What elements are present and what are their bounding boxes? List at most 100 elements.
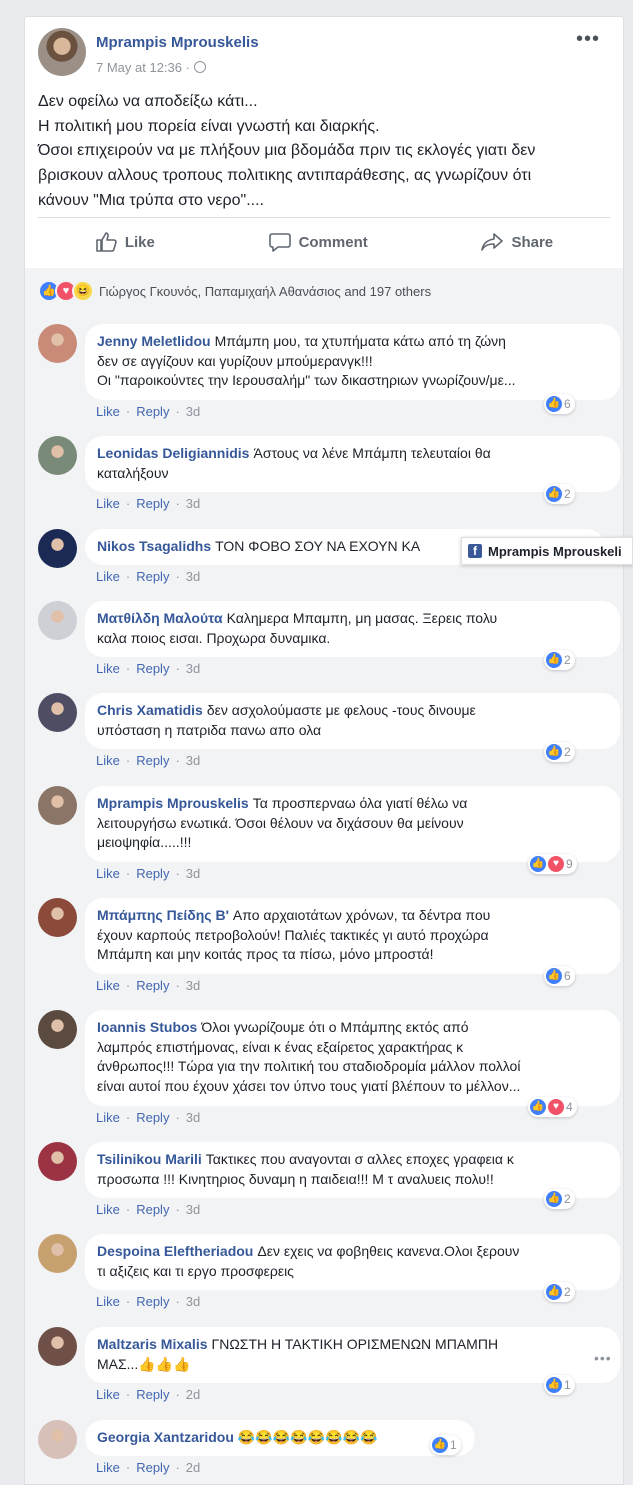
like-reaction-icon: 👍 xyxy=(530,1099,546,1115)
comment-bubble: Leonidas Deligiannidis Άστους να λένε Μπά… xyxy=(85,436,620,492)
comment-like-link[interactable]: Like xyxy=(96,1202,120,1217)
commenter-name[interactable]: Maltzaris Mixalis xyxy=(97,1336,208,1352)
reaction-count-badge[interactable]: 👍 2 xyxy=(544,1282,575,1302)
comment-like-link[interactable]: Like xyxy=(96,496,120,511)
commenter-name[interactable]: Despoina Eleftheriadou xyxy=(97,1243,253,1259)
comment-reply-link[interactable]: Reply xyxy=(136,496,169,511)
comment-reply-link[interactable]: Reply xyxy=(136,1110,169,1125)
reaction-count-badge[interactable]: 👍 2 xyxy=(544,742,575,762)
post-timestamp[interactable]: 7 May at 12:36 · xyxy=(96,60,206,75)
like-button[interactable]: Like xyxy=(95,232,155,252)
commenter-avatar[interactable] xyxy=(38,529,77,568)
timestamp-text[interactable]: 7 May at 12:36 · xyxy=(96,60,190,75)
commenter-avatar[interactable] xyxy=(38,1010,77,1049)
commenter-name[interactable]: Mprampis Mprouskelis xyxy=(97,795,249,811)
comment-meta: Like · Reply · 2d xyxy=(96,1387,200,1402)
reaction-count-badge[interactable]: 👍 1 xyxy=(430,1435,461,1455)
comment-time[interactable]: 2d xyxy=(186,1460,200,1475)
commenter-avatar[interactable] xyxy=(38,1327,77,1366)
comment-reply-link[interactable]: Reply xyxy=(136,866,169,881)
comment-time[interactable]: 3d xyxy=(186,1110,200,1125)
comment-like-link[interactable]: Like xyxy=(96,661,120,676)
comment-reply-link[interactable]: Reply xyxy=(136,1294,169,1309)
comment-reply-link[interactable]: Reply xyxy=(136,753,169,768)
profile-hover-popup[interactable]: f Mprampis Mprouskeli xyxy=(461,537,633,565)
comment-reply-link[interactable]: Reply xyxy=(136,1460,169,1475)
comment-like-link[interactable]: Like xyxy=(96,1110,120,1125)
comment-time[interactable]: 3d xyxy=(186,661,200,676)
commenter-name[interactable]: Chris Xamatidis xyxy=(97,702,203,718)
comment-time[interactable]: 2d xyxy=(186,1387,200,1402)
comment-like-link[interactable]: Like xyxy=(96,404,120,419)
comment-more-icon[interactable]: ••• xyxy=(594,1350,612,1366)
separator-dot: · xyxy=(125,1202,131,1217)
separator-dot: · xyxy=(125,1294,131,1309)
commenter-name[interactable]: Ioannis Stubos xyxy=(97,1019,197,1035)
reaction-count: 2 xyxy=(564,653,571,667)
comment-time[interactable]: 3d xyxy=(186,496,200,511)
commenter-avatar[interactable] xyxy=(38,1420,77,1459)
commenter-avatar[interactable] xyxy=(38,898,77,937)
popup-label: Mprampis Mprouskeli xyxy=(488,543,622,559)
reactors-text[interactable]: Γιώργος Γκουνός, Παπαμιχαήλ Αθανάσιος an… xyxy=(99,284,431,299)
commenter-name[interactable]: Tsilinikou Marili xyxy=(97,1151,202,1167)
comment-time[interactable]: 3d xyxy=(186,978,200,993)
commenter-name[interactable]: Jenny Meletlidou xyxy=(97,333,211,349)
comment-line: Georgia Xantzaridou 😂😂😂😂😂😂😂😂 xyxy=(97,1428,463,1448)
commenter-avatar[interactable] xyxy=(38,693,77,732)
comment-reply-link[interactable]: Reply xyxy=(136,1387,169,1402)
comment-time[interactable]: 3d xyxy=(186,404,200,419)
commenter-name[interactable]: Ματθίλδη Μαλούτα xyxy=(97,610,223,626)
more-dots-icon[interactable]: ••• xyxy=(576,28,600,51)
comment-text: είναι αυτοί που έχουν χάσει τον ύπνο του… xyxy=(97,1077,521,1094)
comment-reply-link[interactable]: Reply xyxy=(136,569,169,584)
comment-time[interactable]: 3d xyxy=(186,1294,200,1309)
commenter-name[interactable]: Nikos Tsagalidhs xyxy=(97,538,211,554)
commenter-avatar[interactable] xyxy=(38,786,77,825)
separator-dot: · xyxy=(175,1460,180,1475)
commenter-name[interactable]: Georgia Xantzaridou xyxy=(97,1429,234,1445)
comment-like-link[interactable]: Like xyxy=(96,1387,120,1402)
comment-like-link[interactable]: Like xyxy=(96,753,120,768)
comment-time[interactable]: 3d xyxy=(186,866,200,881)
comment-text: ΓΝΩΣΤΗ Η ΤΑΚΤΙΚΗ ΟΡΙΣΜΕΝΩΝ ΜΠΑΜΠΗ xyxy=(211,1336,499,1352)
comment-reply-link[interactable]: Reply xyxy=(136,978,169,993)
reaction-count-badge[interactable]: 👍 2 xyxy=(544,484,575,504)
reaction-count-badge[interactable]: 👍 1 xyxy=(544,1375,575,1395)
commenter-avatar[interactable] xyxy=(38,601,77,640)
comment-time[interactable]: 3d xyxy=(186,1202,200,1217)
reaction-count-badge[interactable]: 👍 6 xyxy=(544,966,575,986)
reaction-count-badge[interactable]: 👍 2 xyxy=(544,650,575,670)
author-avatar[interactable] xyxy=(38,28,86,76)
reaction-count: 2 xyxy=(564,1285,571,1299)
comment-like-link[interactable]: Like xyxy=(96,978,120,993)
author-name[interactable]: Mprampis Mprouskelis xyxy=(96,34,259,51)
commenter-avatar[interactable] xyxy=(38,436,77,475)
separator-dot: · xyxy=(125,496,131,511)
comment-like-link[interactable]: Like xyxy=(96,1460,120,1475)
share-button[interactable]: Share xyxy=(481,232,553,252)
separator-dot: · xyxy=(125,404,131,419)
commenter-avatar[interactable] xyxy=(38,324,77,363)
comment-time[interactable]: 3d xyxy=(186,753,200,768)
reaction-count: 2 xyxy=(564,745,571,759)
comment-text: ΤΟΝ ΦΟΒΟ ΣΟΥ ΝΑ ΕΧΟΥΝ ΚΑ xyxy=(215,538,421,554)
reactions-summary[interactable]: 👍 ♥ 😆 Γιώργος Γκουνός, Παπαμιχαήλ Αθανάσ… xyxy=(38,280,431,302)
comment-time[interactable]: 3d xyxy=(186,569,200,584)
reaction-count-badge[interactable]: 👍 ♥ 4 xyxy=(528,1097,577,1117)
reaction-count-badge[interactable]: 👍 ♥ 9 xyxy=(528,854,577,874)
commenter-avatar[interactable] xyxy=(38,1234,77,1273)
comment-button[interactable]: Comment xyxy=(268,232,368,252)
comment-like-link[interactable]: Like xyxy=(96,1294,120,1309)
comment-meta: Like · Reply · 3d xyxy=(96,866,200,881)
comment-like-link[interactable]: Like xyxy=(96,866,120,881)
reaction-count-badge[interactable]: 👍 6 xyxy=(544,394,575,414)
comment-like-link[interactable]: Like xyxy=(96,569,120,584)
comment-reply-link[interactable]: Reply xyxy=(136,1202,169,1217)
commenter-name[interactable]: Leonidas Deligiannidis xyxy=(97,445,249,461)
reaction-count-badge[interactable]: 👍 2 xyxy=(544,1189,575,1209)
comment-reply-link[interactable]: Reply xyxy=(136,661,169,676)
comment-reply-link[interactable]: Reply xyxy=(136,404,169,419)
commenter-avatar[interactable] xyxy=(38,1142,77,1181)
commenter-name[interactable]: Μπάμπης Πείδης Β' xyxy=(97,907,229,923)
